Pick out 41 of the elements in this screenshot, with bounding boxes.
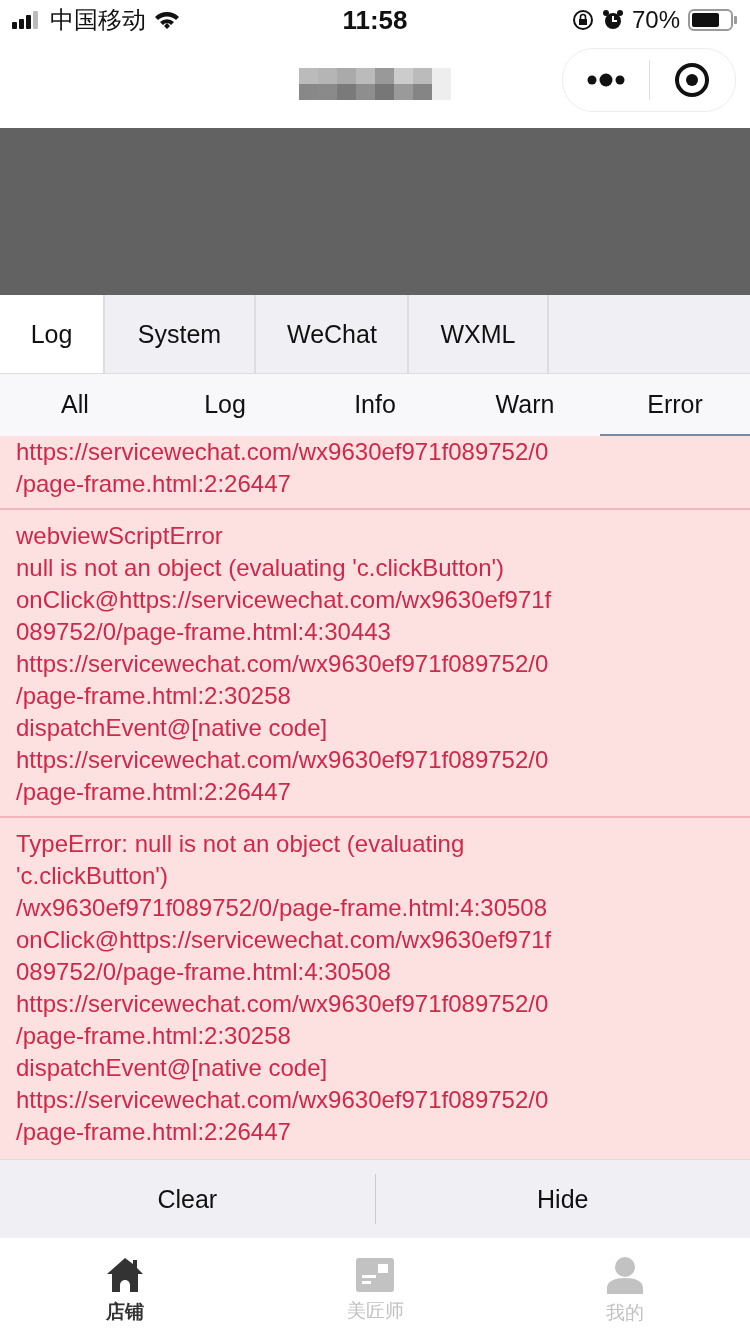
log-line: https://servicewechat.com/wx9630ef971f089752/0 (16, 745, 550, 775)
status-time: 11:58 (342, 4, 408, 36)
card-icon (356, 1258, 394, 1292)
log-line: /page-frame.html:2:26447 (16, 469, 292, 499)
log-line: dispatchEvent@[native code] (16, 1053, 329, 1083)
filter-tab[interactable]: Warn (450, 374, 600, 436)
action-button[interactable]: Hide (375, 1160, 750, 1238)
log-line: null is not an object (evaluating 'c.clickButton') (16, 553, 506, 583)
log-line: https://servicewechat.com/wx9630ef971f089752/0 (16, 1085, 550, 1115)
log-line: TypeError: null is not an object (evaluating (16, 829, 466, 859)
battery-percent: 70% (631, 6, 680, 34)
target-icon (674, 62, 711, 98)
log-line: https://servicewechat.com/wx9630ef971f089752/0 (16, 989, 550, 1019)
carrier-name: 中国移动 (50, 5, 146, 35)
log-line: 089752/0/page-frame.html:4:30443 (16, 617, 392, 647)
log-line: https://servicewechat.com/wx9630ef971f089752/0 (16, 437, 550, 467)
log-line: /page-frame.html:2:30258 (16, 681, 292, 711)
tab-bar-item[interactable]: 店铺 (0, 1238, 250, 1334)
person-icon (607, 1256, 643, 1294)
log-line: 089752/0/page-frame.html:4:30508 (16, 957, 392, 987)
more-icon (585, 73, 626, 87)
log-line: /wx9630ef971f089752/0/page-frame.html:4:30508 (16, 893, 549, 923)
filter-tab[interactable]: Info (300, 374, 450, 436)
log-line: onClick@https://servicewechat.com/wx9630ef971f (16, 585, 553, 615)
action-button[interactable]: Clear (0, 1160, 375, 1238)
filter-tab[interactable]: All (0, 374, 150, 436)
log-line: dispatchEvent@[native code] (16, 713, 329, 743)
wifi-icon (154, 10, 180, 30)
rotation-lock-icon (571, 9, 594, 31)
battery-icon (688, 9, 738, 31)
log-line: 'c.clickButton') (16, 861, 169, 891)
log-line: https://servicewechat.com/wx9630ef971f089752/0 (16, 649, 550, 679)
log-line: webviewScriptError (16, 521, 224, 551)
log-line: onClick@https://servicewechat.com/wx9630ef971f (16, 925, 553, 955)
house-icon (106, 1257, 144, 1293)
filter-tab[interactable]: Log (150, 374, 300, 436)
log-line: /page-frame.html:2:26447 (16, 777, 292, 807)
log-line: /page-frame.html:2:30258 (16, 1021, 292, 1051)
debug-tab[interactable]: Log (0, 295, 105, 373)
log-line: /page-frame.html:2:26447 (16, 1117, 292, 1147)
alarm-icon (601, 9, 624, 31)
